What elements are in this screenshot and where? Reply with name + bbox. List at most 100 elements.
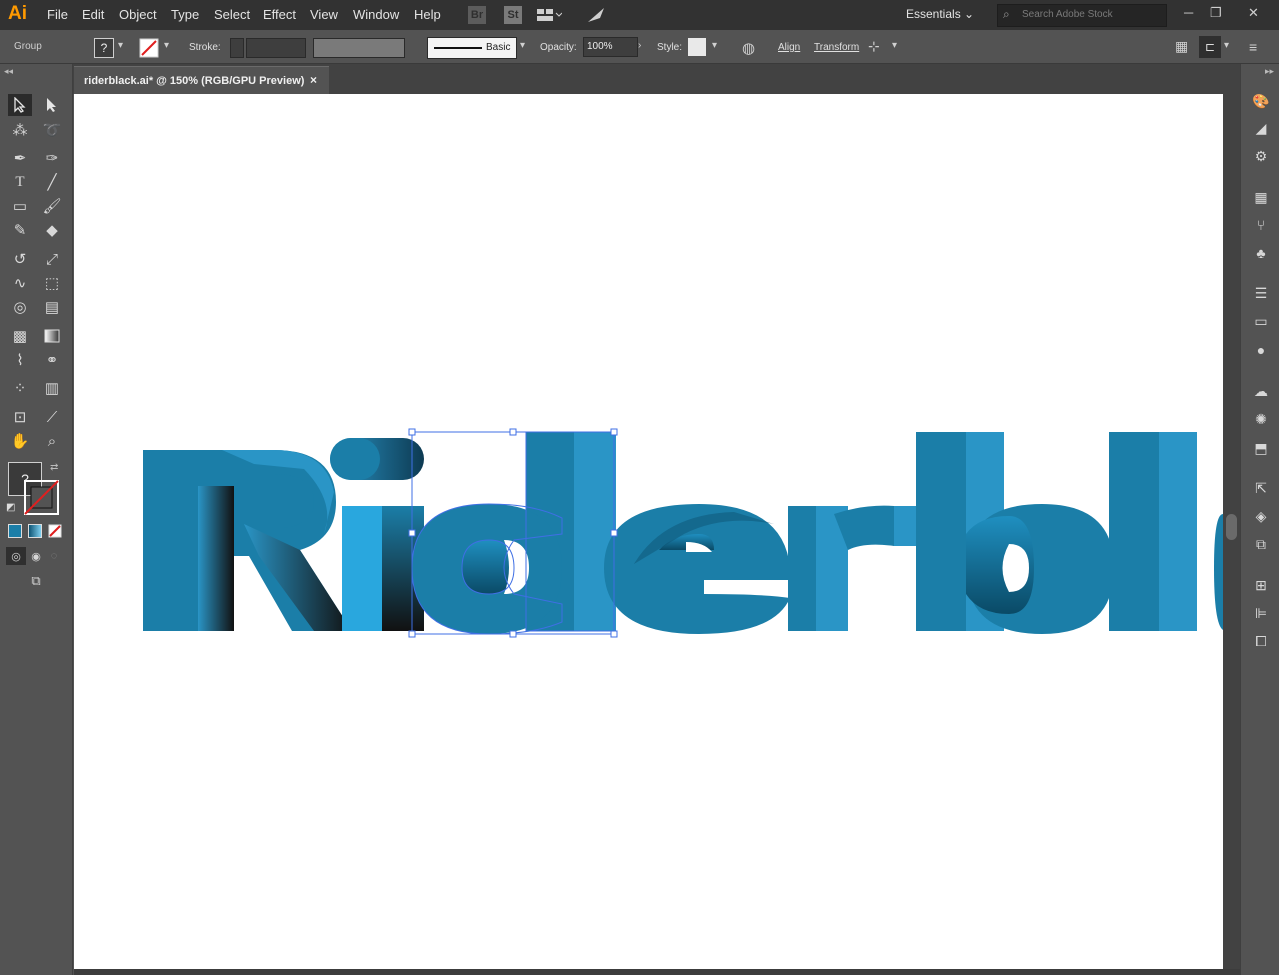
letter-b[interactable] [916,432,1114,634]
opacity-input[interactable]: 100% [583,37,638,57]
menu-edit[interactable]: Edit [82,7,104,22]
rotate-tool-icon[interactable]: ↺ [8,248,32,270]
panel-menu-icon[interactable]: ≡ [1249,39,1257,55]
letter-l[interactable] [1109,432,1197,631]
swap-fill-stroke-icon[interactable]: ⇄ [50,462,58,473]
menu-help[interactable]: Help [414,7,441,22]
column-graph-tool-icon[interactable]: ▥ [40,377,64,399]
symbols-icon[interactable]: ♣ [1249,242,1273,264]
perspective-grid-tool-icon[interactable]: ▤ [40,296,64,318]
vertical-scrollbar[interactable] [1223,94,1240,969]
scale-tool-icon[interactable]: ⤢ [40,248,64,270]
libraries-icon[interactable]: ☁ [1249,380,1273,402]
stock-button[interactable]: St [504,6,522,24]
curvature-tool-icon[interactable]: ✑ [40,147,64,169]
vertical-scroll-thumb[interactable] [1226,514,1237,540]
transform-link[interactable]: Transform [814,42,859,53]
asset-export-icon[interactable]: ⬒ [1249,437,1273,459]
transparency-icon[interactable]: ● [1249,339,1273,361]
pen-tool-icon[interactable]: ✒ [8,147,32,169]
swatches-icon[interactable]: ▦ [1249,186,1273,208]
properties-icon[interactable]: ⚙ [1249,145,1273,167]
pathfinder-icon[interactable]: ⧠ [1249,630,1273,652]
layers-icon[interactable]: ◈ [1249,505,1273,527]
rectangle-tool-icon[interactable]: ▭ [8,195,32,217]
control-menu-icon[interactable]: ▾ [1224,40,1229,51]
draw-behind-icon[interactable]: ◉ [28,547,44,565]
expand-panels-icon[interactable]: ▸▸ [1265,66,1274,77]
screen-mode-icon[interactable]: ⧉ [24,572,48,590]
slice-tool-icon[interactable]: ⟋ [40,406,64,428]
magic-wand-tool-icon[interactable]: ⁂ [8,119,32,141]
blend-tool-icon[interactable]: ⚭ [40,349,64,371]
transform-panel-icon[interactable]: ⊞ [1249,574,1273,596]
artboard-canvas[interactable] [74,94,1223,969]
artwork-svg[interactable] [74,94,1223,969]
gradient-tool-icon[interactable] [40,325,64,347]
mesh-tool-icon[interactable]: ▩ [8,325,32,347]
artboards-icon[interactable]: ⧉ [1249,533,1273,555]
default-fill-stroke-icon[interactable]: ◩ [6,502,15,513]
export-icon[interactable]: ⇱ [1249,477,1273,499]
direct-selection-tool-icon[interactable] [40,94,64,116]
menu-window[interactable]: Window [353,7,399,22]
shape-options-icon[interactable]: ⊹ [868,38,880,55]
shape-dropdown-icon[interactable]: ▾ [892,40,897,51]
gradient-mode-icon[interactable] [28,524,42,538]
search-stock-input[interactable]: ⌕ Search Adobe Stock [997,4,1167,27]
collapse-tools-icon[interactable]: ◂◂ [4,66,13,77]
stroke-panel-icon[interactable]: ☰ [1249,282,1273,304]
warp-tool-icon[interactable]: ∿ [8,272,32,294]
lasso-tool-icon[interactable]: ➰ [40,119,64,141]
menu-object[interactable]: Object [119,7,157,22]
line-segment-tool-icon[interactable]: ╱ [40,171,64,193]
menu-view[interactable]: View [310,7,338,22]
isolate-group-icon[interactable]: ⊏ [1199,36,1221,58]
close-window-button[interactable]: ✕ [1248,5,1259,21]
stroke-swatch[interactable] [139,38,159,61]
symbol-sprayer-tool-icon[interactable]: ⁘ [8,377,32,399]
brush-definition[interactable]: Basic [427,37,517,59]
selection-tool-icon[interactable] [8,94,32,116]
fill-swatch[interactable]: ? [94,38,114,58]
draw-inside-icon[interactable]: ◌ [46,547,62,565]
color-guide-icon[interactable]: ◢ [1249,117,1273,139]
eraser-tool-icon[interactable]: ◆ [40,219,64,241]
stroke-weight-input[interactable] [246,38,306,58]
artboard-tool-icon[interactable]: ⊡ [8,406,32,428]
variable-width-profile[interactable] [313,38,405,58]
eyedropper-tool-icon[interactable]: ⌇ [8,349,32,371]
zoom-tool-icon[interactable]: ⌕ [40,430,64,452]
align-panel-icon[interactable]: ⊫ [1249,602,1273,624]
letter-e[interactable] [604,504,790,634]
menu-select[interactable]: Select [214,7,250,22]
letter-partial[interactable] [1214,514,1223,630]
workspace-switcher[interactable]: Essentials ⌄ [906,7,974,21]
stroke-weight-stepper[interactable] [230,38,244,58]
document-tab[interactable]: riderblack.ai* @ 150% (RGB/GPU Preview) … [74,66,329,95]
shaper-tool-icon[interactable]: ✎ [8,219,32,241]
arrange-icon[interactable]: ▦ [1175,38,1188,55]
style-dropdown-icon[interactable]: ▾ [712,40,717,51]
recolor-artwork-icon[interactable]: ◍ [742,39,755,57]
fill-dropdown-icon[interactable]: ▾ [118,40,123,51]
graphic-style-swatch[interactable] [688,38,706,56]
free-transform-tool-icon[interactable]: ⬚ [40,272,64,294]
arrange-documents-icon[interactable] [536,7,562,23]
letter-r-lower[interactable] [788,505,919,631]
draw-normal-icon[interactable]: ◎ [6,547,26,565]
align-link[interactable]: Align [778,42,800,53]
none-mode-icon[interactable] [48,524,62,543]
menu-type[interactable]: Type [171,7,199,22]
letter-r[interactable] [143,450,352,631]
letter-d[interactable] [412,432,616,634]
type-tool-icon[interactable]: T [8,171,32,193]
brush-dropdown-icon[interactable]: ▾ [520,40,525,51]
color-mode-icon[interactable] [8,524,22,538]
paintbrush-tool-icon[interactable]: 🖌 [40,195,64,217]
color-panel-icon[interactable]: 🎨 [1249,90,1273,112]
menu-effect[interactable]: Effect [263,7,296,22]
opacity-arrow-icon[interactable]: › [638,40,641,51]
brushes-icon[interactable]: ⑂ [1249,214,1273,236]
gradient-panel-icon[interactable]: ▭ [1249,310,1273,332]
